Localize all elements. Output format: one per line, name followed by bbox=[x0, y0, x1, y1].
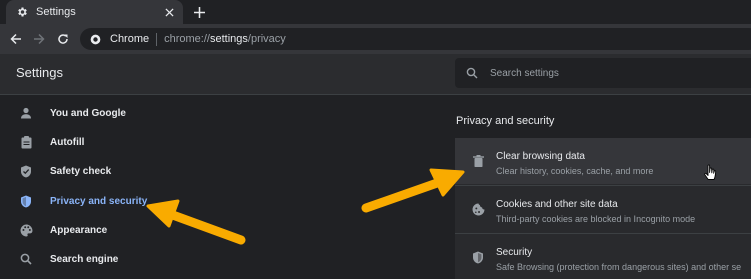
annotation-arrows bbox=[146, 168, 465, 245]
arrow-to-clear-browsing-data bbox=[361, 168, 465, 213]
arrow-to-privacy-and-security bbox=[146, 199, 246, 245]
